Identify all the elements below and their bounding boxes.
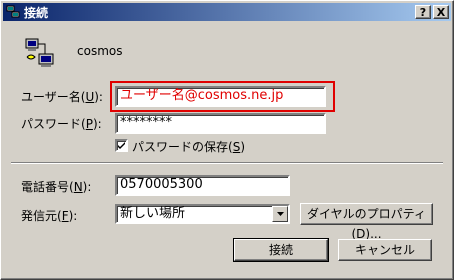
dial-properties-button[interactable]: ダイヤルのプロパティ(D)... (300, 203, 433, 241)
save-password-label[interactable]: パスワードの保存(S) (132, 138, 245, 155)
phone-number-value: 0570005300 (120, 177, 203, 192)
username-highlight-box (110, 81, 335, 112)
cancel-button[interactable]: キャンセル (338, 239, 432, 261)
password-label: パスワード(P): (21, 117, 102, 131)
check-icon (118, 142, 125, 149)
dialup-connection-icon (25, 37, 57, 69)
dial-from-value: 新しい場所 (120, 206, 186, 221)
connection-name: cosmos (77, 44, 123, 58)
connect-dialog: 接続 ? X cosmos ユーザー名(U): ユーザー名@cosmos.ne.… (0, 0, 454, 280)
help-button[interactable]: ? (415, 5, 431, 19)
phone-number-input[interactable]: 0570005300 (115, 175, 290, 196)
dial-from-select[interactable]: 新しい場所 (115, 204, 290, 224)
window-title: 接続 (24, 5, 49, 20)
separator (11, 162, 443, 164)
close-button[interactable]: X (433, 5, 449, 19)
dropdown-arrow-button[interactable] (272, 206, 288, 222)
chevron-down-icon (276, 212, 284, 216)
username-label: ユーザー名(U): (21, 90, 103, 104)
title-bar: 接続 ? X (3, 3, 451, 21)
phone-label: 電話番号(N): (21, 180, 92, 194)
connection-icon (6, 5, 20, 19)
connect-button[interactable]: 接続 (233, 238, 329, 262)
dial-from-label: 発信元(F): (21, 209, 78, 223)
password-input[interactable]: ******** (115, 113, 326, 134)
save-password-checkbox[interactable] (115, 139, 128, 152)
password-value: ******** (120, 115, 172, 130)
